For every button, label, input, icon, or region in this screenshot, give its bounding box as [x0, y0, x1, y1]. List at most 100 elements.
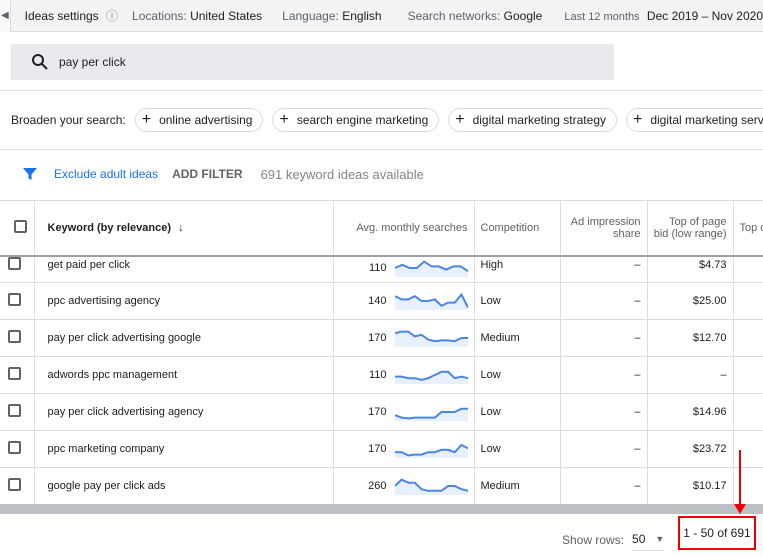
- pagination-text: 1 - 50 of 691: [683, 526, 751, 540]
- networks-value: Google: [503, 8, 543, 23]
- language-value: English: [342, 8, 382, 23]
- bid-high-cell: [733, 393, 763, 431]
- locations-label: Locations:: [132, 8, 187, 23]
- networks-setting[interactable]: Search networks: Google: [408, 9, 543, 23]
- bid-high-cell: [733, 256, 763, 283]
- table-row[interactable]: pay per click advertising agency 170 Low…: [0, 393, 763, 431]
- avg-searches-cell: 110: [333, 356, 475, 394]
- avg-searches-value: 110: [368, 262, 387, 274]
- ad-impression-share-cell: –: [560, 393, 648, 431]
- table-row[interactable]: get paid per click 110 High – $4.73: [0, 256, 763, 283]
- filter-bar: Exclude adult ideas ADD FILTER 691 keywo…: [22, 166, 424, 182]
- row-checkbox[interactable]: [8, 257, 21, 270]
- header-avg-monthly-searches[interactable]: Avg. monthly searches: [333, 200, 475, 257]
- rows-per-page-select[interactable]: 50 ▼: [632, 532, 665, 551]
- competition-cell: Low: [474, 393, 561, 431]
- ad-impression-share-cell: –: [560, 319, 648, 357]
- broaden-label: Broaden your search:: [11, 113, 126, 127]
- bid-high-cell: [733, 282, 763, 320]
- competition-cell: High: [474, 256, 561, 283]
- table-row[interactable]: adwords ppc management 110 Low – –: [0, 356, 763, 394]
- period-value: Dec 2019 – Nov 2020: [646, 8, 763, 23]
- row-checkbox[interactable]: [8, 292, 21, 306]
- header-ad-impression-share[interactable]: Ad impression share: [560, 200, 648, 257]
- collapse-left-icon[interactable]: ◀: [0, 0, 11, 32]
- bid-low-cell: $4.73: [647, 256, 734, 283]
- language-label: Language:: [282, 8, 339, 23]
- header-bid-low[interactable]: Top of page bid (low range): [647, 200, 734, 257]
- row-checkbox[interactable]: [8, 329, 21, 343]
- keyword-table: Keyword (by relevance) ↓ Avg. monthly se…: [0, 200, 763, 505]
- broaden-chip[interactable]: + digital marketing strategy: [448, 108, 617, 132]
- trend-sparkline: [394, 292, 468, 310]
- header-bid-high[interactable]: Top of page bid (high range): [733, 200, 763, 257]
- avg-searches-cell: 140: [333, 282, 475, 320]
- broaden-chip[interactable]: + online advertising: [134, 108, 264, 132]
- bid-low-cell: $10.17: [647, 467, 734, 505]
- bid-low-cell: $25.00: [647, 282, 734, 320]
- locations-value: United States: [190, 8, 263, 23]
- row-checkbox[interactable]: [8, 366, 21, 380]
- avg-searches-value: 260: [368, 479, 387, 492]
- avg-searches-value: 170: [368, 442, 387, 455]
- annotation-arrow: [739, 450, 741, 508]
- keyword-cell: ppc advertising agency: [34, 282, 334, 320]
- table-row[interactable]: pay per click advertising google 170 Med…: [0, 319, 763, 357]
- chip-label: digital marketing services: [650, 113, 763, 127]
- add-filter-button[interactable]: ADD FILTER: [172, 167, 242, 181]
- chip-label: digital marketing strategy: [472, 113, 606, 127]
- keyword-cell: get paid per click: [34, 256, 334, 283]
- header-competition[interactable]: Competition: [474, 200, 561, 257]
- broaden-chip[interactable]: + digital marketing services: [626, 108, 763, 132]
- ad-impression-share-cell: –: [560, 467, 648, 505]
- filter-icon[interactable]: [22, 166, 38, 182]
- competition-cell: Low: [474, 282, 561, 320]
- select-all-checkbox[interactable]: [14, 219, 28, 233]
- avg-searches-value: 140: [368, 294, 387, 307]
- horizontal-scrollbar[interactable]: [0, 504, 763, 514]
- search-icon: [32, 54, 48, 70]
- ad-impression-share-cell: –: [560, 430, 648, 468]
- locations-setting[interactable]: Locations: United States: [132, 9, 262, 23]
- keyword-cell: adwords ppc management: [34, 356, 334, 394]
- bid-low-cell: $23.72: [647, 430, 734, 468]
- ideas-settings[interactable]: Ideas settings ⓘ: [25, 7, 118, 24]
- table-row[interactable]: ppc advertising agency 140 Low – $25.00: [0, 282, 763, 320]
- bid-high-cell: [733, 467, 763, 505]
- ideas-settings-label: Ideas settings: [24, 9, 99, 23]
- header-keyword[interactable]: Keyword (by relevance) ↓: [34, 200, 334, 257]
- bid-low-cell: $12.70: [647, 319, 734, 357]
- plus-icon: +: [141, 111, 152, 128]
- date-range[interactable]: Last 12 months Dec 2019 – Nov 2020: [564, 9, 763, 23]
- broaden-chip[interactable]: + search engine marketing: [272, 108, 440, 132]
- avg-searches-cell: 170: [333, 393, 475, 431]
- chip-label: search engine marketing: [296, 113, 429, 127]
- plus-icon: +: [279, 111, 289, 128]
- trend-sparkline: [394, 260, 468, 277]
- settings-bar: ◀ Ideas settings ⓘ Locations: United Sta…: [0, 0, 763, 32]
- keyword-cell: ppc marketing company: [34, 430, 334, 468]
- table-footer: Show rows: 50 ▼ 1 - 50 of 691: [0, 514, 763, 557]
- bid-low-cell: –: [647, 356, 734, 394]
- dropdown-arrow-icon: ▼: [655, 534, 665, 544]
- row-checkbox[interactable]: [8, 403, 21, 417]
- keyword-count: 691 keyword ideas available: [260, 166, 424, 182]
- row-checkbox[interactable]: [8, 477, 21, 491]
- plus-icon: +: [455, 111, 465, 128]
- keyword-cell: pay per click advertising google: [34, 319, 334, 357]
- competition-cell: Medium: [474, 467, 561, 505]
- sort-arrow-down-icon: ↓: [178, 221, 184, 234]
- sparkline-area: [394, 261, 468, 277]
- search-value: pay per click: [59, 55, 126, 69]
- bid-high-cell: [733, 319, 763, 357]
- search-input[interactable]: pay per click: [11, 44, 614, 80]
- avg-searches-cell: 110: [333, 256, 475, 283]
- exclude-adult-ideas-filter[interactable]: Exclude adult ideas: [54, 167, 158, 181]
- plus-icon: +: [633, 111, 643, 128]
- table-row[interactable]: google pay per click ads 260 Medium – $1…: [0, 467, 763, 505]
- trend-sparkline: [394, 370, 468, 384]
- row-checkbox[interactable]: [8, 440, 21, 454]
- table-row[interactable]: ppc marketing company 170 Low – $23.72: [0, 430, 763, 468]
- language-setting[interactable]: Language: English: [282, 9, 381, 23]
- divider: [0, 149, 763, 150]
